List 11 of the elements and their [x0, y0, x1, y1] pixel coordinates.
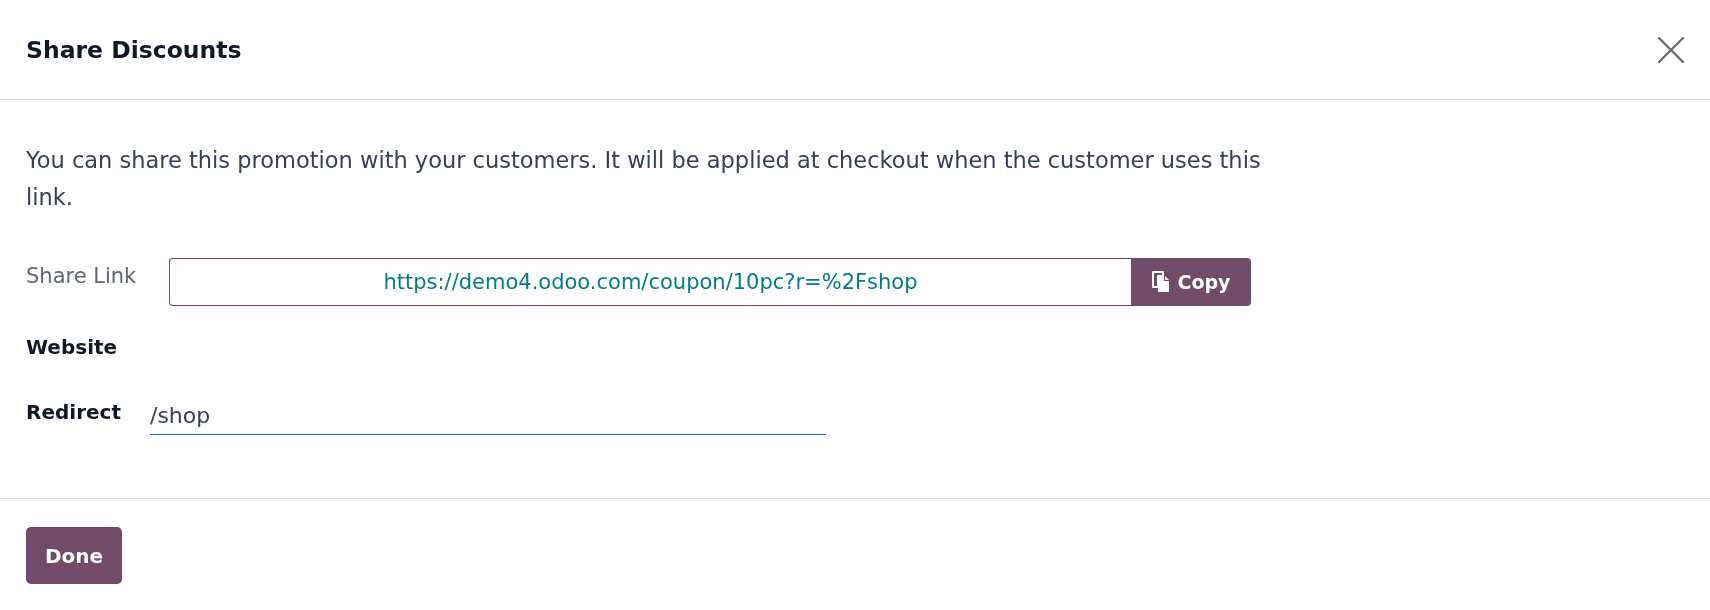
- section-label: Website: [26, 334, 118, 361]
- field-label: Share Link: [26, 263, 138, 290]
- link-field[interactable]: https://demo4.odoo.com/coupon/10pc?r=%2Fshop: [169, 258, 1131, 306]
- redirect-field[interactable]: /shop: [150, 396, 826, 435]
- message-text: You can share this promotion with your customers. It will be applied at checkout when the customer uses this link.: [26, 146, 1262, 212]
- done-button[interactable]: Done: [26, 527, 123, 584]
- copy-icon: [1151, 271, 1170, 293]
- dialog-title: Share Discounts: [26, 34, 242, 65]
- field-label: Redirect: [26, 399, 122, 426]
- close-icon[interactable]: [1658, 36, 1684, 63]
- copy-button[interactable]: Copy: [1131, 258, 1251, 306]
